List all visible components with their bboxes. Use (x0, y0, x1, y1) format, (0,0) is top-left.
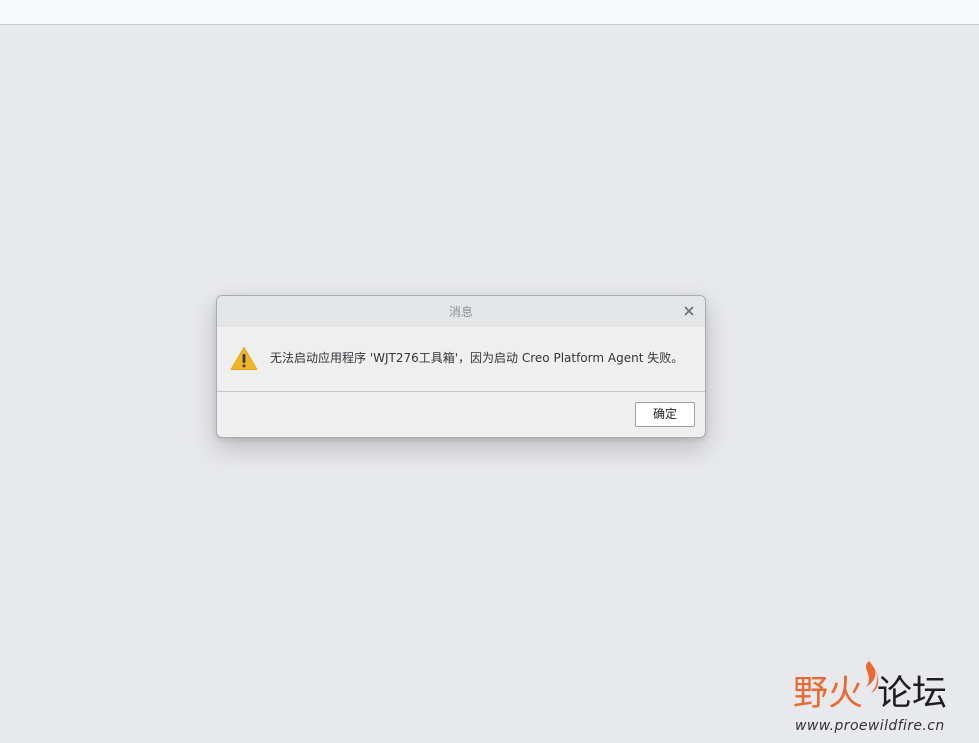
watermark-brand-dark: 论坛 (877, 674, 948, 714)
close-icon[interactable] (682, 304, 696, 318)
top-toolbar-strip (0, 0, 979, 25)
dialog-titlebar[interactable]: 消息 (217, 296, 705, 327)
dialog-title: 消息 (448, 305, 473, 319)
watermark-url: www.proewildfire.cn (795, 718, 945, 734)
warning-icon (230, 347, 258, 370)
ok-button[interactable]: 确定 (635, 402, 695, 427)
dialog-body: 无法启动应用程序 'WJT276工具箱'，因为启动 Creo Platform … (217, 327, 705, 391)
dialog-message: 无法启动应用程序 'WJT276工具箱'，因为启动 Creo Platform … (270, 351, 684, 365)
forum-watermark: 野火 论坛 www.proewildfire.cn (793, 660, 965, 738)
message-dialog: 消息 无法启动应用程序 'WJT276工具箱'，因为启动 Creo Platfo… (216, 295, 706, 438)
dialog-divider (217, 391, 705, 392)
